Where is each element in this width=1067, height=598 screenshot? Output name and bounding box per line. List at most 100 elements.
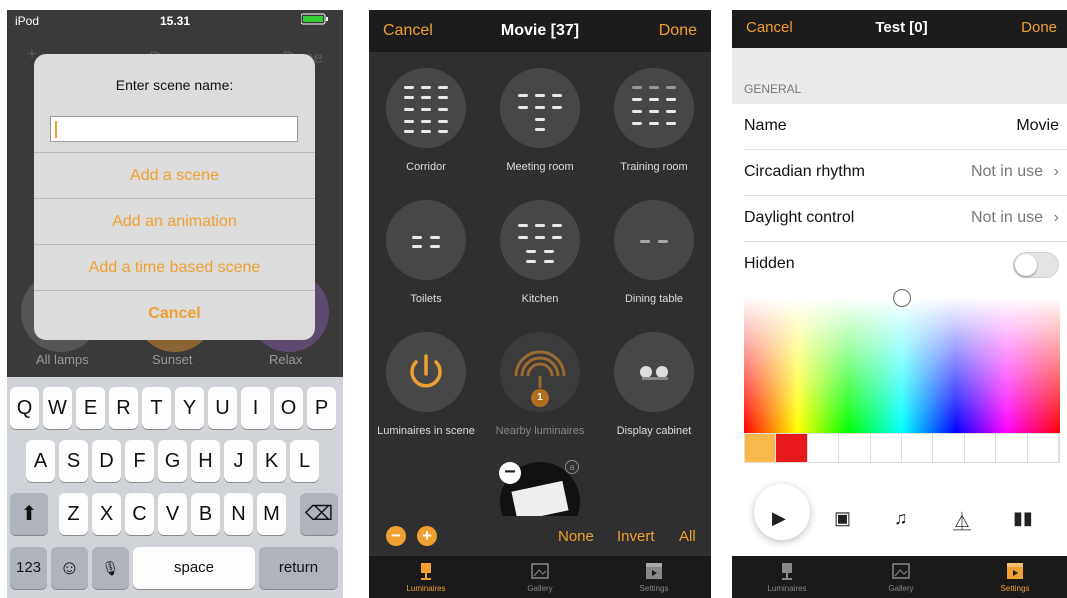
tab-luminaires[interactable]: Luminaires: [371, 558, 481, 593]
music-note-icon[interactable]: ♫: [894, 508, 908, 529]
color-swatch[interactable]: [745, 434, 777, 462]
tab-luminaires[interactable]: Luminaires: [732, 558, 842, 593]
key-z[interactable]: Z: [59, 493, 88, 535]
key-h[interactable]: H: [191, 440, 220, 482]
key-f[interactable]: F: [125, 440, 154, 482]
group-toilets[interactable]: Toilets: [371, 200, 481, 305]
chevron-right-icon: ›: [1053, 209, 1059, 226]
scene-all-lamps-label: All lamps: [36, 352, 89, 367]
minus-button[interactable]: −: [386, 526, 406, 546]
color-swatch[interactable]: [1027, 434, 1060, 462]
select-none-button[interactable]: None: [558, 528, 594, 545]
key-a[interactable]: A: [26, 440, 55, 482]
done-button[interactable]: Done: [659, 22, 697, 40]
book-icon[interactable]: ▮▮: [1013, 508, 1033, 529]
nearby-luminaires-label: Nearby luminaires: [495, 425, 585, 437]
training-room-lamps-icon: [614, 68, 694, 148]
hidden-toggle[interactable]: [1013, 252, 1059, 278]
tab-settings[interactable]: Settings: [599, 558, 709, 593]
luminaires-in-scene[interactable]: Luminaires in scene: [371, 332, 481, 437]
key-v[interactable]: V: [158, 493, 187, 535]
color-picker[interactable]: [744, 289, 1060, 433]
key-b[interactable]: B: [191, 493, 220, 535]
key-i[interactable]: I: [241, 387, 270, 429]
add-scene-option[interactable]: Add a scene: [34, 152, 315, 198]
scene-name-input[interactable]: [50, 116, 298, 142]
key-d[interactable]: D: [92, 440, 121, 482]
section-header: GENERAL: [732, 48, 1067, 104]
daylight-label: Daylight control: [744, 209, 855, 226]
dining-table-label: Dining table: [624, 293, 684, 305]
shift-key[interactable]: ⬆: [10, 493, 48, 535]
group-kitchen[interactable]: Kitchen: [485, 200, 595, 305]
nearby-luminaires[interactable]: 1 Nearby luminaires: [485, 332, 595, 437]
key-x[interactable]: X: [92, 493, 121, 535]
emoji-key[interactable]: ☺: [51, 547, 88, 589]
power-icon: [386, 332, 466, 412]
done-button[interactable]: Done: [1021, 19, 1057, 36]
group-dining-table[interactable]: Dining table: [599, 200, 709, 305]
key-n[interactable]: N: [224, 493, 253, 535]
invert-selection-button[interactable]: Invert: [617, 528, 655, 545]
tab-gallery[interactable]: Gallery: [846, 558, 956, 593]
group-training-room[interactable]: Training room: [599, 68, 709, 173]
signal-icon: 1: [500, 332, 580, 412]
projector-icon[interactable]: ▣: [834, 508, 851, 529]
desk-lamp-icon[interactable]: ⏅: [953, 508, 971, 534]
key-g[interactable]: G: [158, 440, 187, 482]
backspace-key[interactable]: ⌫: [300, 493, 338, 535]
section-general-label: GENERAL: [744, 82, 802, 96]
microphone-icon[interactable]: 🎙: [92, 547, 129, 589]
numbers-key[interactable]: 123: [10, 547, 47, 589]
color-swatch[interactable]: [902, 434, 934, 462]
luminaires-in-scene-label: Luminaires in scene: [377, 425, 475, 437]
color-swatch[interactable]: [807, 434, 840, 462]
key-l[interactable]: L: [290, 440, 319, 482]
clapperboard-icon[interactable]: ▶: [772, 508, 786, 529]
color-swatch[interactable]: [996, 434, 1028, 462]
plus-button[interactable]: +: [417, 526, 437, 546]
color-swatch[interactable]: [776, 434, 808, 462]
meeting-room-lamps-icon: [500, 68, 580, 148]
key-p[interactable]: P: [307, 387, 336, 429]
row-name[interactable]: Name Movie: [744, 104, 1067, 150]
space-key[interactable]: space: [133, 547, 255, 589]
key-m[interactable]: M: [257, 493, 286, 535]
group-meeting-room[interactable]: Meeting room: [485, 68, 595, 173]
tab-settings[interactable]: Settings: [960, 558, 1067, 593]
key-w[interactable]: W: [43, 387, 72, 429]
key-q[interactable]: Q: [10, 387, 39, 429]
key-k[interactable]: K: [257, 440, 286, 482]
info-icon[interactable]: a: [565, 460, 579, 474]
clapperboard-icon: [599, 558, 709, 584]
alert-cancel-button[interactable]: Cancel: [34, 290, 315, 336]
remove-icon[interactable]: −: [499, 462, 521, 484]
toilets-label: Toilets: [410, 293, 442, 305]
key-o[interactable]: O: [274, 387, 303, 429]
color-swatch[interactable]: [964, 434, 997, 462]
select-all-button[interactable]: All: [679, 528, 696, 545]
tab-gallery[interactable]: Gallery: [485, 558, 595, 593]
key-r[interactable]: R: [109, 387, 138, 429]
row-circadian-rhythm[interactable]: Circadian rhythm Not in use ›: [744, 150, 1067, 196]
group-corridor[interactable]: Corridor: [371, 68, 481, 173]
key-s[interactable]: S: [59, 440, 88, 482]
key-y[interactable]: Y: [175, 387, 204, 429]
key-t[interactable]: T: [142, 387, 171, 429]
color-swatch[interactable]: [933, 434, 965, 462]
tab-gallery-label: Gallery: [527, 584, 553, 593]
key-c[interactable]: C: [125, 493, 154, 535]
color-picker-handle[interactable]: [893, 289, 911, 307]
return-key[interactable]: return: [259, 547, 338, 589]
key-j[interactable]: J: [224, 440, 253, 482]
alert-title: Enter scene name:: [115, 77, 234, 93]
add-animation-option[interactable]: Add an animation: [34, 198, 315, 244]
key-e[interactable]: E: [76, 387, 105, 429]
color-swatch[interactable]: [870, 434, 903, 462]
nav-bar: Cancel Movie [37] Done: [369, 10, 711, 52]
group-display-cabinet[interactable]: Display cabinet: [599, 332, 709, 437]
color-swatch[interactable]: [839, 434, 871, 462]
add-time-based-scene-option[interactable]: Add a time based scene: [34, 244, 315, 290]
row-daylight-control[interactable]: Daylight control Not in use ›: [744, 196, 1067, 242]
key-u[interactable]: U: [208, 387, 237, 429]
